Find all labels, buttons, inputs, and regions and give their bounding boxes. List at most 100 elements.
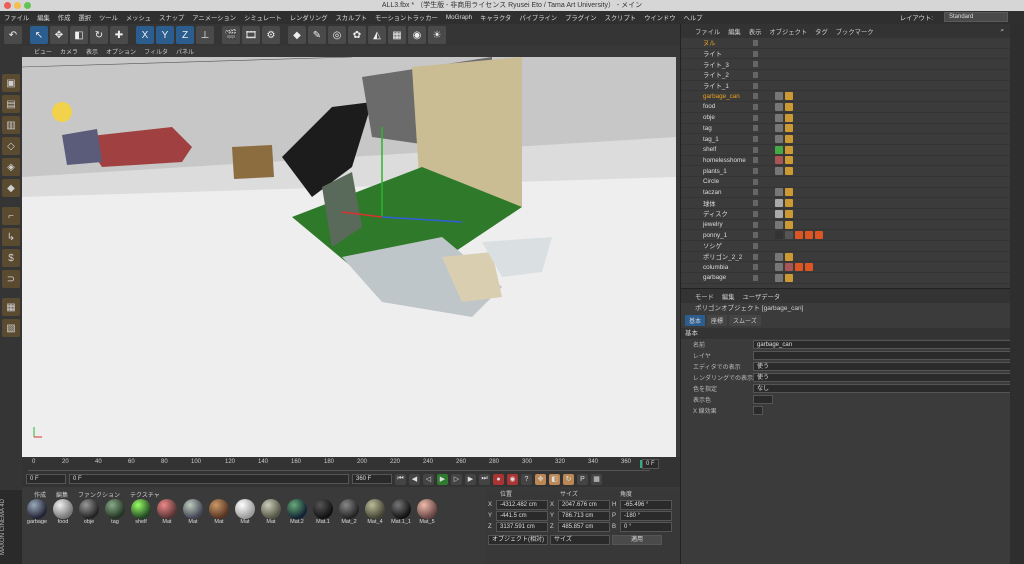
array-icon[interactable]: ✿ <box>348 26 366 44</box>
size-z-field[interactable]: 485.857 cm <box>558 521 610 532</box>
om-menu-objects[interactable]: オブジェクト <box>769 27 807 36</box>
apply-button[interactable]: 適用 <box>612 534 662 545</box>
subdivision-icon[interactable]: ◎ <box>328 26 346 44</box>
rot-p-field[interactable]: -180 ° <box>620 510 672 521</box>
menu-tools[interactable]: ツール <box>99 13 118 22</box>
menu-file[interactable]: ファイル <box>4 13 29 22</box>
vp-menu-options[interactable]: オプション <box>106 47 136 56</box>
layout-dropdown[interactable]: Standard <box>944 12 1008 22</box>
material-item[interactable]: Mat <box>232 499 258 526</box>
material-item[interactable]: Mat.1_1 <box>388 499 414 526</box>
object-row[interactable]: garbage_can <box>681 91 1010 103</box>
object-row[interactable]: tag_1 <box>681 134 1010 145</box>
object-row[interactable]: ソシゲ <box>681 241 1010 252</box>
param-key-icon[interactable]: P <box>577 473 588 485</box>
menu-motion-tracker[interactable]: モーショントラッカー <box>375 13 438 22</box>
min-frame-field[interactable]: 0 F <box>69 474 349 484</box>
prev-key-icon[interactable]: ◀ <box>409 473 420 485</box>
next-key-icon[interactable]: ▶ <box>465 473 476 485</box>
material-item[interactable]: Mat_4 <box>362 499 388 526</box>
material-item[interactable]: Mat_5 <box>414 499 440 526</box>
size-mode-dropdown[interactable]: サイズ <box>550 534 610 545</box>
object-row[interactable]: columbia <box>681 262 1010 274</box>
object-row[interactable]: Circle <box>681 177 1010 188</box>
menu-help[interactable]: ヘルプ <box>684 13 703 22</box>
vp-menu-filter[interactable]: フィルタ <box>144 47 168 56</box>
autokey-icon[interactable]: ◉ <box>507 473 518 485</box>
3d-viewport[interactable] <box>22 57 676 457</box>
object-row[interactable]: homelesshome <box>681 156 1010 167</box>
end-frame-field[interactable]: 360 F <box>352 474 392 484</box>
object-row[interactable]: jewelry <box>681 220 1010 231</box>
select-tool-icon[interactable]: ↖ <box>30 26 48 44</box>
workplane-icon[interactable]: ▥ <box>2 116 20 134</box>
layer-field[interactable] <box>753 351 1011 360</box>
menu-character[interactable]: キャラクタ <box>480 13 511 22</box>
object-row[interactable]: tag <box>681 124 1010 135</box>
pen-icon[interactable]: ✎ <box>308 26 326 44</box>
material-item[interactable]: tag <box>102 499 128 526</box>
timeline-ruler[interactable]: 0 20 40 60 80 100 120 140 160 180 200 22… <box>28 457 650 471</box>
go-start-icon[interactable]: ⏮ <box>395 473 406 485</box>
om-menu-edit[interactable]: 編集 <box>728 27 741 36</box>
coord-system-icon[interactable]: ⊥ <box>196 26 214 44</box>
material-item[interactable]: Mat <box>180 499 206 526</box>
polygons-mode-icon[interactable]: ◆ <box>2 179 20 197</box>
rotation-key-icon[interactable]: ↻ <box>563 473 574 485</box>
menu-mesh[interactable]: メッシュ <box>126 13 151 22</box>
editor-visible-dropdown[interactable]: 使う <box>753 362 1011 371</box>
record-icon[interactable]: ● <box>493 473 504 485</box>
grid-icon[interactable]: ▧ <box>2 319 20 337</box>
menu-snap[interactable]: スナップ <box>159 13 184 22</box>
tab-coord[interactable]: 座標 <box>707 315 728 326</box>
render-visible-dropdown[interactable]: 使う <box>753 373 1011 382</box>
camera-icon[interactable]: ◉ <box>408 26 426 44</box>
object-row[interactable]: ライト <box>681 49 1010 60</box>
object-row[interactable]: ライト_1 <box>681 81 1010 92</box>
pla-key-icon[interactable]: ▦ <box>591 473 602 485</box>
render-picture-viewer-icon[interactable]: 🎞 <box>242 26 260 44</box>
mat-menu-edit[interactable]: 編集 <box>56 490 68 499</box>
magnet-icon[interactable]: ⊃ <box>2 270 20 288</box>
next-frame-icon[interactable]: ▷ <box>451 473 462 485</box>
name-field[interactable]: garbage_can <box>753 340 1011 349</box>
axis-icon[interactable]: ↳ <box>2 228 20 246</box>
current-frame-field[interactable]: 0 F <box>642 459 659 469</box>
material-item[interactable]: Mat <box>258 499 284 526</box>
menu-animation[interactable]: アニメーション <box>192 13 236 22</box>
object-row[interactable]: food <box>681 102 1010 113</box>
snap-icon[interactable]: ⌐ <box>2 207 20 225</box>
add-tool-icon[interactable]: ✚ <box>110 26 128 44</box>
object-row[interactable]: shelf <box>681 145 1010 156</box>
om-menu-bookmarks[interactable]: ブックマーク <box>836 27 874 36</box>
x-axis-icon[interactable]: X <box>136 26 154 44</box>
coord-mode-dropdown[interactable]: オブジェクト(相対) <box>488 534 548 545</box>
material-item[interactable]: Mat <box>154 499 180 526</box>
material-item[interactable]: garbage <box>24 499 50 526</box>
render-view-icon[interactable]: 🎬 <box>222 26 240 44</box>
mat-menu-create[interactable]: 作成 <box>34 490 46 499</box>
menu-simulate[interactable]: シミュレート <box>244 13 282 22</box>
pos-z-field[interactable]: 3137.591 cm <box>496 521 548 532</box>
go-end-icon[interactable]: ⏭ <box>479 473 490 485</box>
z-axis-icon[interactable]: Z <box>176 26 194 44</box>
prev-frame-icon[interactable]: ◁ <box>423 473 434 485</box>
close-icon[interactable] <box>4 2 11 9</box>
om-menu-file[interactable]: ファイル <box>695 27 720 36</box>
render-settings-icon[interactable]: ⚙ <box>262 26 280 44</box>
am-menu-edit[interactable]: 編集 <box>722 292 735 301</box>
menu-mograph[interactable]: MoGraph <box>446 14 472 21</box>
object-row[interactable]: garbage <box>681 273 1010 284</box>
menu-create[interactable]: 作成 <box>58 13 71 22</box>
vp-menu-view[interactable]: ビュー <box>34 47 52 56</box>
position-key-icon[interactable]: ✥ <box>535 473 546 485</box>
menu-render[interactable]: レンダリング <box>290 13 328 22</box>
material-item[interactable]: Mat.1 <box>310 499 336 526</box>
floor-icon[interactable]: ▦ <box>388 26 406 44</box>
keyframe-selection-icon[interactable]: ? <box>521 473 532 485</box>
start-frame-field[interactable]: 0 F <box>26 474 66 484</box>
object-row[interactable]: ポリゴン_2_2 <box>681 252 1010 263</box>
menu-select[interactable]: 選択 <box>78 13 91 22</box>
points-mode-icon[interactable]: ◇ <box>2 137 20 155</box>
object-row[interactable]: ponny_1 <box>681 230 1010 242</box>
